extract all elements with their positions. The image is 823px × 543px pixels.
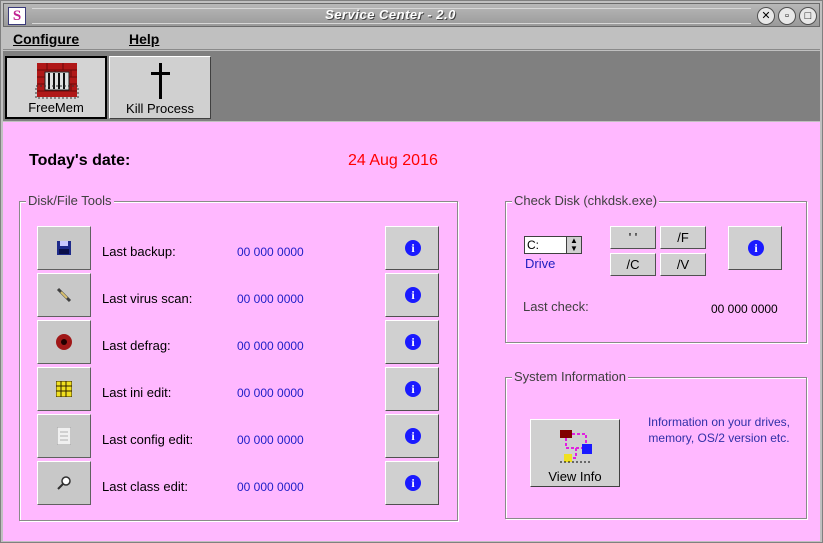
chkdsk-info-button[interactable]: i bbox=[728, 226, 782, 270]
info-icon: i bbox=[405, 287, 421, 303]
info-icon: i bbox=[405, 240, 421, 256]
view-info-label: View Info bbox=[548, 469, 602, 484]
ini-edit-button[interactable] bbox=[37, 367, 91, 411]
system-information-title: System Information bbox=[512, 369, 628, 384]
title-bar[interactable]: S Service Center - 2.0 ✕ ▫ □ bbox=[3, 3, 820, 27]
info-icon: i bbox=[405, 334, 421, 350]
content-panel: Today's date: 24 Aug 2016 Disk/File Tool… bbox=[3, 122, 820, 541]
menu-help-label: Help bbox=[129, 31, 160, 47]
last-ini-edit-value: 00 000 0000 bbox=[237, 386, 304, 400]
info-icon: i bbox=[405, 381, 421, 397]
backup-button[interactable] bbox=[37, 226, 91, 270]
close-icon[interactable]: ✕ bbox=[757, 7, 775, 25]
last-check-value: 00 000 0000 bbox=[711, 302, 778, 316]
cross-icon bbox=[151, 63, 170, 99]
check-disk-title: Check Disk (chkdsk.exe) bbox=[512, 193, 660, 208]
system-information-group: System Information View Info Information… bbox=[505, 369, 807, 519]
today-label: Today's date: bbox=[29, 152, 131, 169]
disk-file-tools-title: Disk/File Tools bbox=[26, 193, 114, 208]
defrag-info-button[interactable]: i bbox=[385, 320, 439, 364]
last-backup-label: Last backup: bbox=[102, 244, 176, 259]
main-window: S Service Center - 2.0 ✕ ▫ □ Configure H… bbox=[0, 0, 823, 543]
kill-process-button[interactable]: Kill Process bbox=[109, 56, 211, 119]
class-edit-info-button[interactable]: i bbox=[385, 461, 439, 505]
last-virus-scan-value: 00 000 0000 bbox=[237, 292, 304, 306]
backup-info-button[interactable]: i bbox=[385, 226, 439, 270]
info-icon: i bbox=[405, 475, 421, 491]
freemem-button[interactable]: FreeMem bbox=[5, 56, 107, 119]
window-title: Service Center - 2.0 bbox=[325, 7, 456, 22]
grid-file-icon bbox=[56, 381, 72, 397]
menu-bar: Configure Help bbox=[3, 28, 820, 50]
last-defrag-value: 00 000 0000 bbox=[237, 339, 304, 353]
brick-wall-icon bbox=[35, 63, 79, 99]
defrag-button[interactable] bbox=[37, 320, 91, 364]
config-edit-info-button[interactable]: i bbox=[385, 414, 439, 458]
spin-arrows-icon[interactable]: ▲ ▼ bbox=[566, 237, 581, 253]
drive-label: Drive bbox=[525, 256, 556, 271]
check-disk-group: Check Disk (chkdsk.exe) C: ▲ ▼ Drive ' ' … bbox=[505, 193, 807, 343]
last-virus-scan-label: Last virus scan: bbox=[102, 291, 193, 306]
virus-scan-button[interactable] bbox=[37, 273, 91, 317]
drive-select[interactable]: C: ▲ ▼ bbox=[524, 236, 582, 254]
view-info-button[interactable]: View Info bbox=[530, 419, 620, 487]
virus-scan-info-button[interactable]: i bbox=[385, 273, 439, 317]
chkdsk-f-button[interactable]: /F bbox=[660, 226, 706, 249]
today-value: 24 Aug 2016 bbox=[348, 152, 438, 169]
toolbar: FreeMem Kill Process bbox=[3, 51, 820, 121]
last-class-edit-value: 00 000 0000 bbox=[237, 480, 304, 494]
maximize-icon[interactable]: □ bbox=[799, 7, 817, 25]
kill-process-label: Kill Process bbox=[126, 101, 194, 116]
disk-file-tools-group: Disk/File Tools Last backup: 00 000 0000… bbox=[19, 193, 458, 521]
minimize-icon[interactable]: ▫ bbox=[778, 7, 796, 25]
info-icon: i bbox=[405, 428, 421, 444]
drive-select-value: C: bbox=[527, 238, 539, 252]
system-menu-icon[interactable]: S bbox=[8, 7, 26, 25]
document-icon bbox=[57, 427, 71, 445]
config-edit-button[interactable] bbox=[37, 414, 91, 458]
magnifier-icon bbox=[57, 476, 71, 490]
freemem-label: FreeMem bbox=[28, 100, 84, 115]
ini-edit-info-button[interactable]: i bbox=[385, 367, 439, 411]
syringe-icon bbox=[56, 287, 72, 303]
info-icon: i bbox=[748, 240, 764, 256]
chkdsk-blank-button[interactable]: ' ' bbox=[610, 226, 656, 249]
menu-help[interactable]: Help bbox=[129, 31, 159, 47]
menu-configure[interactable]: Configure bbox=[13, 31, 79, 47]
last-check-label: Last check: bbox=[523, 299, 589, 314]
last-defrag-label: Last defrag: bbox=[102, 338, 171, 353]
disk-target-icon bbox=[56, 334, 72, 350]
system-info-description: Information on your drives, memory, OS/2… bbox=[647, 415, 791, 445]
menu-configure-label: Configure bbox=[13, 31, 80, 47]
chkdsk-c-button[interactable]: /C bbox=[610, 253, 656, 276]
last-config-edit-label: Last config edit: bbox=[102, 432, 194, 447]
floppy-disk-icon bbox=[57, 241, 71, 255]
last-ini-edit-label: Last ini edit: bbox=[102, 385, 172, 400]
system-diagram-icon bbox=[560, 430, 592, 463]
last-config-edit-value: 00 000 0000 bbox=[237, 433, 304, 447]
chkdsk-v-button[interactable]: /V bbox=[660, 253, 706, 276]
last-backup-value: 00 000 0000 bbox=[237, 245, 304, 259]
class-edit-button[interactable] bbox=[37, 461, 91, 505]
last-class-edit-label: Last class edit: bbox=[102, 479, 188, 494]
